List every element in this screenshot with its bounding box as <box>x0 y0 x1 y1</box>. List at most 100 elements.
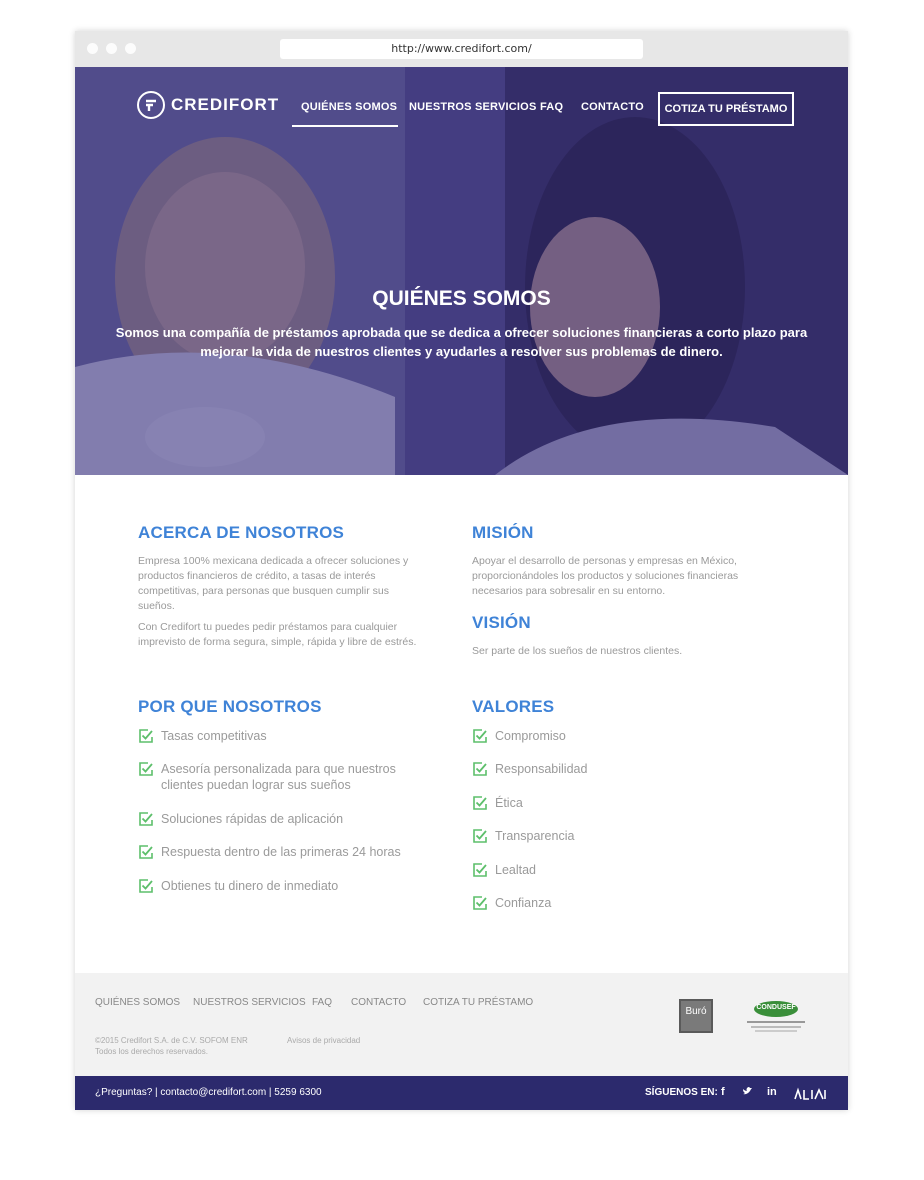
list-item: Compromiso <box>472 728 566 744</box>
vision-paragraph: Ser parte de los sueños de nuestros clie… <box>472 645 683 657</box>
mission-paragraph: Apoyar el desarrollo de personas y empre… <box>472 554 792 599</box>
buro-logo: Buró <box>679 999 713 1033</box>
content-section: ACERCA DE NOSOTROS Empresa 100% mexicana… <box>75 475 848 973</box>
text-line: Asesoría personalizada para que nuestros <box>161 762 396 776</box>
condusef-logo: CONDUSEF <box>741 999 811 1035</box>
checkbox-checked-icon <box>473 729 487 743</box>
bottom-bar: ¿Preguntas? | contacto@credifort.com | 5… <box>75 1076 848 1110</box>
hero-subtitle-line: mejorar la vida de nuestros clientes y a… <box>200 344 723 359</box>
list-item-text: Lealtad <box>495 863 537 877</box>
contact-info[interactable]: ¿Preguntas? | contacto@credifort.com | 5… <box>95 1087 322 1098</box>
twitter-icon[interactable] <box>742 1086 753 1099</box>
list-item: Lealtad <box>472 862 536 878</box>
text-line: Respuesta dentro de las primeras 24 hora… <box>161 845 401 859</box>
list-item-text: Responsabilidad <box>495 762 588 776</box>
copyright: ©2015 Credifort S.A. de C.V. SOFOM ENR T… <box>95 1035 248 1057</box>
why-list: Tasas competitivas Asesoría personalizad… <box>138 728 458 908</box>
list-item-text: Confianza <box>495 896 552 910</box>
footer-link-quienes-somos[interactable]: QUIÉNES SOMOS <box>95 997 180 1008</box>
list-item: Obtienes tu dinero de inmediato <box>138 878 338 894</box>
text-line: Soluciones rápidas de aplicación <box>161 812 344 826</box>
checkbox-checked-icon <box>473 829 487 843</box>
footer-link-cotiza[interactable]: COTIZA TU PRÉSTAMO <box>423 997 533 1008</box>
list-item-text: Transparencia <box>495 829 575 843</box>
browser-window: http://www.credifort.com/ CREDIFORT QUIÉ… <box>75 31 848 1110</box>
text-line: competitivas, para personas que busquen … <box>138 585 389 597</box>
footer-link-contacto[interactable]: CONTACTO <box>351 997 406 1008</box>
checkbox-checked-icon <box>139 762 153 776</box>
list-item: Ética <box>472 795 523 811</box>
list-item-text: Ética <box>495 796 523 810</box>
list-item: Responsabilidad <box>472 761 587 777</box>
logo-icon <box>137 91 165 119</box>
footer: QUIÉNES SOMOS NUESTROS SERVICIOS FAQ CON… <box>75 973 848 1076</box>
brand-name: CREDIFORT <box>171 95 280 114</box>
list-item-text: Obtienes tu dinero de inmediato <box>161 878 338 894</box>
text-line: Apoyar el desarrollo de personas y empre… <box>472 555 737 567</box>
values-title: VALORES <box>472 697 555 716</box>
text-line: Con Credifort tu puedes pedir préstamos … <box>138 621 398 633</box>
text-line: clientes puedan lograr sus sueños <box>161 778 351 792</box>
list-item: Asesoría personalizada para que nuestros… <box>138 761 396 793</box>
window-zoom-dot[interactable] <box>125 43 136 54</box>
condusef-label: CONDUSEF <box>756 1004 796 1011</box>
nav-quienes-somos[interactable]: QUIÉNES SOMOS <box>301 101 397 113</box>
hero-title: QUIÉNES SOMOS <box>372 287 551 310</box>
list-item-text: Respuesta dentro de las primeras 24 hora… <box>161 844 401 860</box>
nav-nuestros-servicios[interactable]: NUESTROS SERVICIOS <box>409 101 536 113</box>
footer-link-faq[interactable]: FAQ <box>312 997 332 1008</box>
mission-title: MISIÓN <box>472 523 534 542</box>
why-title: POR QUE NOSOTROS <box>138 697 322 716</box>
privacy-link[interactable]: Avisos de privacidad <box>287 1035 360 1046</box>
text-line: Empresa 100% mexicana dedicada a ofrecer… <box>138 555 409 567</box>
text-line: imprevisto de forma segura, simple, rápi… <box>138 636 417 648</box>
list-item-text: Asesoría personalizada para que nuestros… <box>161 761 396 793</box>
nav-faq[interactable]: FAQ <box>540 101 563 113</box>
list-item-text: Soluciones rápidas de aplicación <box>161 811 343 827</box>
text-line: Obtienes tu dinero de inmediato <box>161 879 339 893</box>
checkbox-checked-icon <box>139 879 153 893</box>
checkbox-checked-icon <box>473 863 487 877</box>
text-line: necesarios para sobresalir en su entorno… <box>472 585 666 597</box>
main-nav: CREDIFORT QUIÉNES SOMOS NUESTROS SERVICI… <box>75 67 848 137</box>
checkbox-checked-icon <box>473 896 487 910</box>
list-item: Tasas competitivas <box>138 728 267 744</box>
footer-link-servicios[interactable]: NUESTROS SERVICIOS <box>193 997 306 1008</box>
text-line: proporcionándoles los productos y soluci… <box>472 570 739 582</box>
follow-us-label: SÍGUENOS EN: <box>645 1087 718 1098</box>
window-minimize-dot[interactable] <box>106 43 117 54</box>
window-close-dot[interactable] <box>87 43 98 54</box>
list-item-text: Compromiso <box>495 729 566 743</box>
browser-toolbar: http://www.credifort.com/ <box>75 31 848 68</box>
text-line: productos financieros de crédito, a tasa… <box>138 570 376 582</box>
checkbox-checked-icon <box>473 762 487 776</box>
hero-subtitle: Somos una compañía de préstamos aprobada… <box>95 323 828 361</box>
hero-section: CREDIFORT QUIÉNES SOMOS NUESTROS SERVICI… <box>75 67 848 475</box>
hero-subtitle-line: Somos una compañía de préstamos aprobada… <box>115 325 808 340</box>
text-line: sueños. <box>138 600 175 612</box>
copyright-line: ©2015 Credifort S.A. de C.V. SOFOM ENR <box>95 1036 248 1045</box>
list-item: Confianza <box>472 895 551 911</box>
vision-title: VISIÓN <box>472 613 531 632</box>
linkedin-icon[interactable]: in <box>767 1086 777 1098</box>
copyright-line: Todos los derechos reservados. <box>95 1047 208 1056</box>
text-line: Tasas competitivas <box>161 729 267 743</box>
nav-active-underline <box>292 125 398 127</box>
list-item-text: Tasas competitivas <box>161 728 267 744</box>
nav-contacto[interactable]: CONTACTO <box>581 101 644 113</box>
list-item: Transparencia <box>472 828 574 844</box>
checkbox-checked-icon <box>139 729 153 743</box>
brand-logo[interactable]: CREDIFORT <box>137 91 279 119</box>
cotiza-prestamo-button[interactable]: COTIZA TU PRÉSTAMO <box>658 92 794 126</box>
about-paragraph-1: Empresa 100% mexicana dedicada a ofrecer… <box>138 554 458 614</box>
about-paragraph-2: Con Credifort tu puedes pedir préstamos … <box>138 620 468 650</box>
values-list: Compromiso Responsabilidad Ética Transpa… <box>472 728 772 928</box>
checkbox-checked-icon <box>473 796 487 810</box>
list-item: Soluciones rápidas de aplicación <box>138 811 343 827</box>
about-title: ACERCA DE NOSOTROS <box>138 523 345 542</box>
facebook-icon[interactable]: f <box>721 1086 725 1098</box>
list-item: Respuesta dentro de las primeras 24 hora… <box>138 844 401 860</box>
address-bar[interactable]: http://www.credifort.com/ <box>280 39 643 59</box>
checkbox-checked-icon <box>139 845 153 859</box>
checkbox-checked-icon <box>139 812 153 826</box>
